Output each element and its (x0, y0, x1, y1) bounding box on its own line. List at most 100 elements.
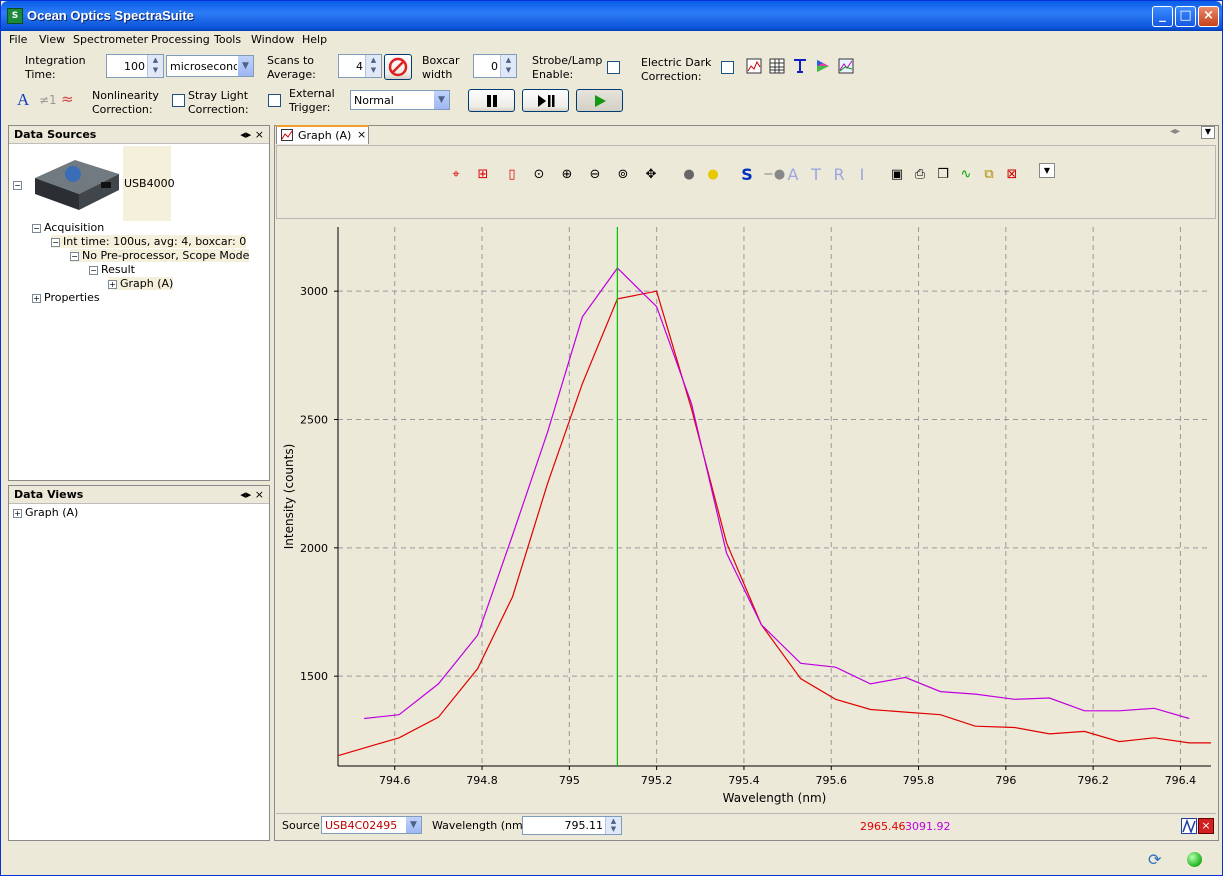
absorbance-letter-icon[interactable]: A (785, 167, 801, 183)
collapse-icon[interactable]: − (70, 251, 79, 261)
minimize-button[interactable]: _ (1152, 6, 1173, 27)
overlay-spectrum-icon[interactable]: ∿ (958, 167, 974, 183)
expand-icon[interactable]: + (108, 279, 117, 289)
collapse-icon[interactable]: − (13, 180, 22, 190)
absorbance-mode-icon[interactable]: A (17, 90, 29, 110)
spectrum-chart[interactable]: 794.6 794.8 795 795.2 795.4 795.6 795.8 796 796.… (276, 221, 1218, 811)
zoom-reset-icon[interactable]: ⊚ (615, 167, 631, 183)
lightbulb-off-icon[interactable]: ● (681, 167, 697, 183)
chevron-down-icon[interactable]: ▼ (433, 91, 449, 109)
trigger-mode-select[interactable]: Normal ▼ (350, 90, 450, 110)
graph-view-icon[interactable] (746, 58, 762, 74)
peak-icon[interactable] (1181, 818, 1197, 835)
x-tick-label: 796.4 (1165, 774, 1197, 787)
y-axis-label: Intensity (counts) (282, 444, 296, 550)
close-button[interactable]: × (1198, 6, 1219, 27)
clear-peak-icon[interactable]: × (1198, 818, 1214, 834)
table-view-icon[interactable] (769, 58, 785, 74)
tree-int-time[interactable]: − Int time: 100us, avg: 4, boxcar: 0 (51, 235, 247, 248)
color-triangle-icon[interactable] (815, 58, 831, 74)
continuous-play-button[interactable] (576, 89, 623, 112)
spinner-arrows-icon[interactable]: ▲ ▼ (605, 817, 621, 834)
lightbulb-on-icon[interactable]: ● (705, 167, 721, 183)
refresh-icon[interactable]: ⟳ (1148, 850, 1166, 869)
tree-result[interactable]: − Result (89, 263, 135, 276)
panel-close-icon[interactable]: ◂▸ × (240, 128, 264, 141)
tab-scroll-icon[interactable]: ◂▸ (1170, 126, 1180, 137)
tree-acquisition[interactable]: − Acquisition (32, 221, 104, 234)
zoom-in-icon[interactable]: ⊕ (559, 167, 575, 183)
strobe-lamp-checkbox[interactable] (607, 61, 620, 74)
reflection-letter-icon[interactable]: R (831, 167, 847, 183)
menu-processing[interactable]: Processing (151, 33, 210, 46)
chevron-down-icon[interactable]: ▼ (405, 817, 421, 833)
single-acquisition-button[interactable] (522, 89, 569, 112)
expand-icon[interactable]: + (32, 293, 41, 303)
spectrum-chart-icon[interactable] (838, 58, 854, 74)
save-icon[interactable]: ▣ (889, 167, 905, 183)
collapse-icon[interactable]: − (51, 237, 60, 247)
device-usb4000[interactable]: USB4000 (124, 177, 175, 190)
zoom-out-icon[interactable]: ⊖ (587, 167, 603, 183)
zoom-vertical-icon[interactable]: ▯ (504, 167, 520, 183)
tree-preprocessor[interactable]: − No Pre-processor, Scope Mode (70, 249, 250, 262)
integration-time-spinner[interactable]: 100 ▲ ▼ (106, 54, 164, 78)
no-entry-icon (388, 57, 408, 77)
scans-to-average-spinner[interactable]: 4 ▲ ▼ (338, 54, 382, 78)
tree-properties[interactable]: + Properties (32, 291, 100, 304)
menu-file[interactable]: File (9, 33, 27, 46)
stop-averaging-button[interactable] (384, 54, 412, 80)
scope-mode-icon[interactable]: S (739, 167, 755, 183)
y-tick-label: 1500 (300, 670, 328, 683)
menu-help[interactable]: Help (302, 33, 327, 46)
dark-reference-icon[interactable]: −● (763, 167, 785, 183)
maximize-button[interactable]: □ (1175, 6, 1196, 27)
zoom-box-icon[interactable]: ⊞ (475, 167, 491, 183)
pause-button[interactable] (468, 89, 515, 112)
wavelength-spinner[interactable]: 795.11 ▲ ▼ (522, 816, 622, 835)
print-icon[interactable]: ⎙ (912, 167, 928, 183)
electric-dark-checkbox[interactable] (721, 61, 734, 74)
app-logo-icon: S (7, 8, 23, 24)
stray-light-checkbox[interactable] (268, 94, 281, 107)
overlay-save-icon[interactable]: ⧉ (981, 167, 997, 183)
panel-close-icon[interactable]: ◂▸ × (240, 488, 264, 501)
data-sources-header: Data Sources ◂▸ × (9, 126, 269, 144)
spinner-arrows-icon[interactable]: ▲ ▼ (147, 55, 163, 77)
zoom-fit-icon[interactable]: ⊙ (531, 167, 547, 183)
x-tick-label: 795.4 (728, 774, 760, 787)
menu-spectrometer[interactable]: Spectrometer (73, 33, 148, 46)
not-equal-one-icon[interactable]: ≠1 (39, 93, 57, 107)
chevron-down-icon[interactable]: ▼ (237, 56, 253, 76)
collapse-icon[interactable]: − (89, 265, 98, 275)
menu-bar: File View Spectrometer Processing Tools … (1, 31, 1222, 49)
expand-icon[interactable]: + (13, 508, 22, 518)
nonlinearity-checkbox[interactable] (172, 94, 185, 107)
source-select[interactable]: USB4C02495 ▼ (321, 816, 422, 834)
views-graph[interactable]: + Graph (A) (13, 506, 78, 519)
spinner-arrows-icon[interactable]: ▲ ▼ (365, 55, 381, 77)
tab-graph[interactable]: Graph (A) × (276, 125, 369, 144)
wavelength-label: Wavelength (nm): (432, 819, 531, 832)
irradiance-letter-icon[interactable]: I (854, 167, 870, 183)
tab-menu-chevron-icon[interactable]: ▼ (1201, 126, 1215, 139)
collapse-icon[interactable]: − (32, 223, 41, 233)
data-views-header: Data Views ◂▸ × (9, 486, 269, 504)
delete-overlay-icon[interactable]: ⊠ (1004, 167, 1020, 183)
transmission-letter-icon[interactable]: T (808, 167, 824, 183)
tree-graph[interactable]: + Graph (A) (108, 277, 174, 290)
text-tool-icon[interactable] (792, 58, 808, 74)
pause-icon (486, 95, 497, 107)
tab-close-icon[interactable]: × (357, 128, 366, 141)
pan-icon[interactable]: ✥ (643, 167, 659, 183)
boxcar-width-spinner[interactable]: 0 ▲ ▼ (473, 54, 517, 78)
wave-icon[interactable]: ≈ (61, 90, 74, 108)
crosshair-icon[interactable]: ⌖ (448, 167, 464, 183)
spinner-arrows-icon[interactable]: ▲ ▼ (500, 55, 516, 77)
copy-icon[interactable]: ❐ (935, 167, 951, 183)
menu-tools[interactable]: Tools (214, 33, 241, 46)
menu-view[interactable]: View (39, 33, 65, 46)
graph-toolbar-menu-chevron-icon[interactable]: ▼ (1039, 163, 1055, 178)
integration-units-select[interactable]: microseconds ▼ (166, 55, 254, 77)
menu-window[interactable]: Window (251, 33, 294, 46)
